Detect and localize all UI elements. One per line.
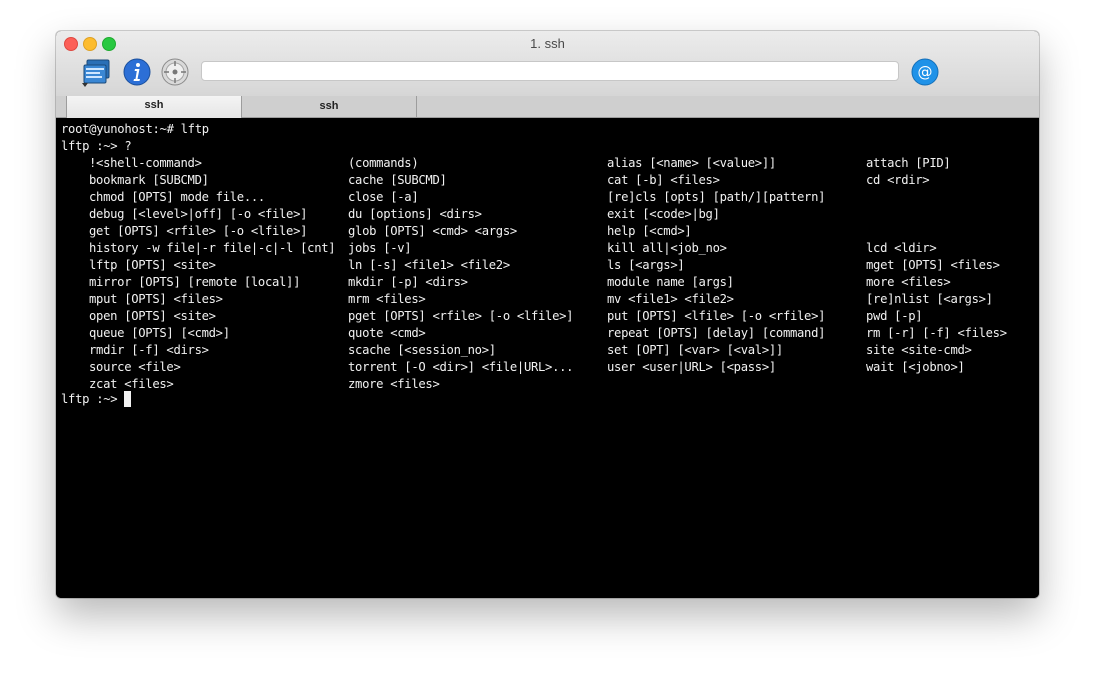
command-entry: [re]nlist [<args>]: [866, 292, 993, 306]
command-entry: pget [OPTS] <rfile> [-o <lfile>]: [348, 309, 574, 323]
command-entry: mput [OPTS] <files>: [89, 292, 223, 306]
command-entry: help [<cmd>]: [607, 224, 692, 238]
command-entry: mirror [OPTS] [remote [local]]: [89, 275, 301, 289]
svg-text:@: @: [918, 63, 933, 81]
command-entry: module name [args]: [607, 275, 734, 289]
address-field[interactable]: [201, 61, 899, 81]
command-entry: [re]cls [opts] [path/][pattern]: [607, 190, 826, 204]
terminal-output[interactable]: root@yunohost:~# lftp lftp :~> ? !<shell…: [56, 118, 1039, 598]
command-entry: scache [<session_no>]: [348, 343, 496, 357]
command-entry: attach [PID]: [866, 156, 951, 170]
tab-ssh-2[interactable]: ssh: [242, 96, 417, 117]
command-entry: exit [<code>|bg]: [607, 207, 720, 221]
command-entry: queue [OPTS] [<cmd>]: [89, 326, 230, 340]
command-entry: chmod [OPTS] mode file...: [89, 190, 265, 204]
command-entry: site <site-cmd>: [866, 343, 972, 357]
command-entry: lftp [OPTS] <site>: [89, 258, 216, 272]
command-entry: rmdir [-f] <dirs>: [89, 343, 209, 357]
command-entry: kill all|<job_no>: [607, 241, 727, 255]
command-entry: cat [-b] <files>: [607, 173, 720, 187]
prompt-line: root@yunohost:~# lftp: [61, 122, 209, 136]
screens-icon[interactable]: [82, 57, 112, 87]
command-entry: mget [OPTS] <files>: [866, 258, 1000, 272]
command-entry: !<shell-command>: [89, 156, 202, 170]
command-entry: glob [OPTS] <cmd> <args>: [348, 224, 517, 238]
command-entry: torrent [-O <dir>] <file|URL>...: [348, 360, 574, 374]
command-entry: mrm <files>: [348, 292, 426, 306]
command-entry: user <user|URL> [<pass>]: [607, 360, 776, 374]
command-entry: open [OPTS] <site>: [89, 309, 216, 323]
terminal-window: 1. ssh @ ssh ssh root@yunohost:~# lftp l…: [56, 31, 1039, 598]
command-entry: debug [<level>|off] [-o <file>]: [89, 207, 308, 221]
command-entry: set [OPT] [<var> [<val>]]: [607, 343, 783, 357]
command-entry: bookmark [SUBCMD]: [89, 173, 209, 187]
command-entry: repeat [OPTS] [delay] [command]: [607, 326, 826, 340]
dial-icon[interactable]: [160, 57, 190, 87]
command-entry: more <files>: [866, 275, 951, 289]
info-icon[interactable]: [122, 57, 152, 87]
command-entry: wait [<jobno>]: [866, 360, 965, 374]
command-entry: mkdir [-p] <dirs>: [348, 275, 468, 289]
at-icon[interactable]: @: [910, 57, 940, 87]
command-entry: mv <file1> <file2>: [607, 292, 734, 306]
text-cursor: [124, 391, 131, 407]
command-entry: get [OPTS] <rfile> [-o <lfile>]: [89, 224, 308, 238]
prompt-line: lftp :~> ?: [61, 139, 132, 153]
command-entry: cd <rdir>: [866, 173, 930, 187]
command-entry: lcd <ldir>: [866, 241, 937, 255]
command-entry: alias [<name> [<value>]]: [607, 156, 776, 170]
command-entry: ls [<args>]: [607, 258, 685, 272]
command-entry: ln [-s] <file1> <file2>: [348, 258, 510, 272]
command-entry: pwd [-p]: [866, 309, 923, 323]
window-title: 1. ssh: [530, 36, 565, 51]
command-entry: rm [-r] [-f] <files>: [866, 326, 1007, 340]
title-bar: 1. ssh @: [56, 31, 1039, 97]
command-entry: put [OPTS] <lfile> [-o <rfile>]: [607, 309, 826, 323]
command-entry: du [options] <dirs>: [348, 207, 482, 221]
command-entry: (commands): [348, 156, 419, 170]
command-entry: quote <cmd>: [348, 326, 426, 340]
command-entry: close [-a]: [348, 190, 419, 204]
command-entry: jobs [-v]: [348, 241, 412, 255]
prompt-line: lftp :~>: [61, 392, 125, 406]
command-entry: source <file>: [89, 360, 181, 374]
tab-bar: ssh ssh: [56, 96, 1039, 118]
command-entry: history -w file|-r file|-c|-l [cnt]: [89, 241, 336, 255]
tab-ssh-1[interactable]: ssh: [66, 96, 242, 118]
command-entry: zmore <files>: [348, 377, 440, 391]
command-entry: cache [SUBCMD]: [348, 173, 447, 187]
